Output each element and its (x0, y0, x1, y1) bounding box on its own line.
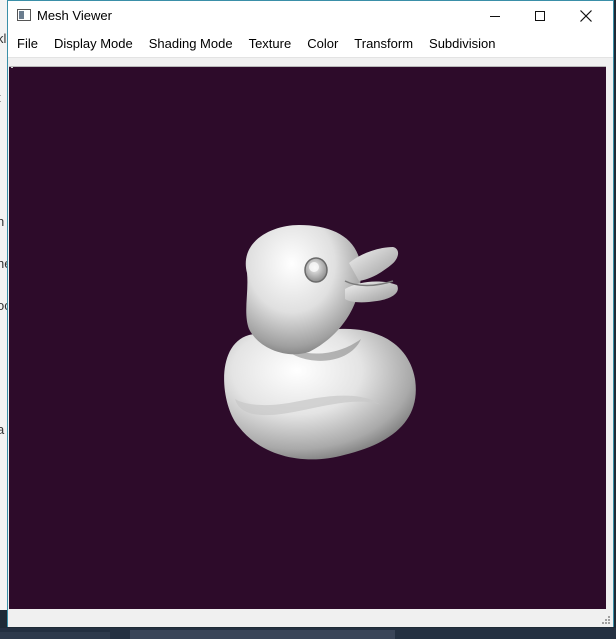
menu-display-mode[interactable]: Display Mode (46, 32, 141, 56)
background-text: a (0, 422, 4, 437)
resize-grip-icon[interactable] (600, 614, 610, 624)
menu-subdivision[interactable]: Subdivision (421, 32, 504, 56)
menu-texture[interactable]: Texture (241, 32, 300, 56)
minimize-button[interactable] (472, 1, 518, 31)
background-panel (130, 630, 395, 639)
close-icon (580, 10, 592, 22)
background-taskbar (0, 628, 616, 639)
duck-mesh-render[interactable] (9, 67, 606, 609)
background-text: n (0, 214, 4, 229)
menu-transform[interactable]: Transform (346, 32, 421, 56)
menu-shading-mode[interactable]: Shading Mode (141, 32, 241, 56)
menu-color[interactable]: Color (299, 32, 346, 56)
background-text: kl (0, 31, 7, 46)
mesh-viewer-window: Mesh Viewer File Display Mode Shading Mo… (7, 0, 614, 627)
minimize-icon (490, 15, 500, 17)
3d-viewport[interactable] (9, 66, 606, 609)
background-panel (0, 632, 110, 639)
window-title: Mesh Viewer (37, 8, 112, 23)
background-text: t (0, 90, 1, 105)
maximize-button[interactable] (517, 1, 563, 31)
close-button[interactable] (563, 1, 609, 31)
viewport-corner-marker (11, 67, 13, 68)
status-bar (8, 609, 613, 627)
maximize-icon (535, 11, 545, 21)
title-bar[interactable]: Mesh Viewer (8, 1, 613, 31)
app-window-icon[interactable] (17, 9, 31, 21)
menu-bar: File Display Mode Shading Mode Texture C… (8, 31, 613, 58)
menu-file[interactable]: File (8, 32, 46, 56)
